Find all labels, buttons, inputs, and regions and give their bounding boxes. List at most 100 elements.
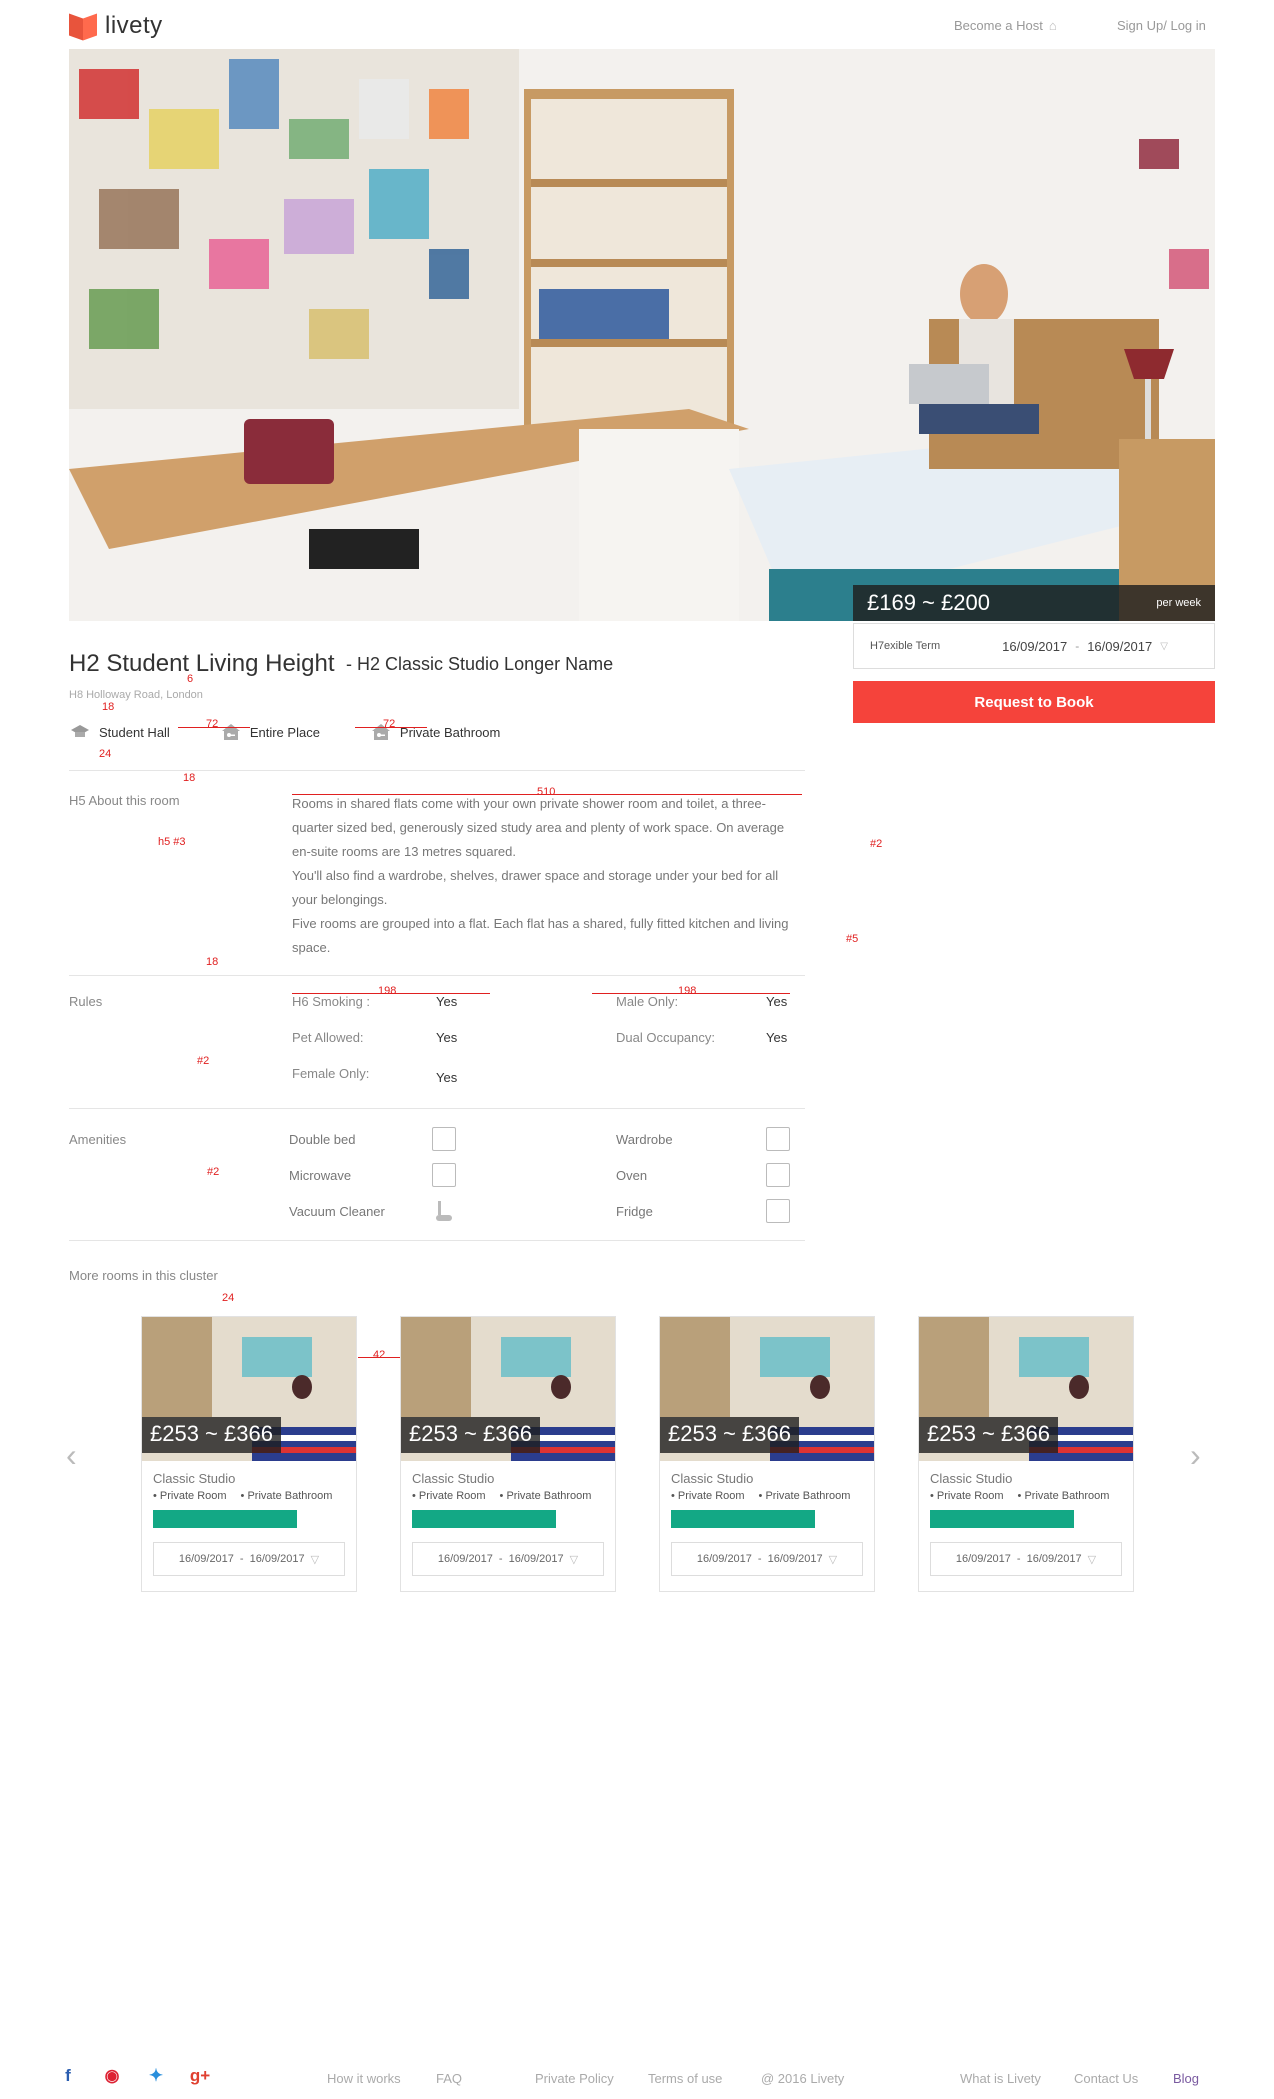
- rule-male-only-value: Yes: [766, 994, 788, 1009]
- feature-label: • Private Room: [412, 1490, 486, 1502]
- chevron-down-icon: ▽: [1087, 1553, 1097, 1566]
- rule-female-only-label: Female Only:: [292, 1066, 370, 1081]
- room-card-price: £253 ~ £366: [142, 1417, 281, 1453]
- oven-icon: [766, 1163, 790, 1187]
- room-card-features: • Private Room • Private Bathroom: [412, 1490, 615, 1502]
- listing-title: H2 Student Living Height: [69, 650, 335, 677]
- room-card-date-select[interactable]: 16/09/2017-16/09/2017 ▽: [671, 1542, 863, 1576]
- rule-male-only-label: Male Only:: [616, 994, 679, 1009]
- next-arrow-icon[interactable]: ›: [1190, 1437, 1201, 1474]
- annotation-h5: h5 #3: [158, 836, 186, 848]
- room-card-photo: £253 ~ £366: [401, 1317, 615, 1461]
- date-from: 16/09/2017: [955, 1553, 1011, 1565]
- annotation-510: 510: [537, 786, 556, 798]
- chevron-down-icon: ▽: [569, 1553, 579, 1566]
- about-text: Rooms in shared flats come with your own…: [292, 792, 802, 960]
- request-to-book-button[interactable]: Request to Book: [853, 681, 1215, 723]
- room-card-photo: £253 ~ £366: [142, 1317, 356, 1461]
- feature-label: • Private Bathroom: [1017, 1490, 1110, 1502]
- rule-pet-label: Pet Allowed:: [292, 1030, 364, 1045]
- room-card-photo: £253 ~ £366: [919, 1317, 1133, 1461]
- chevron-down-icon: ▽: [828, 1553, 838, 1566]
- annotation-2: #2: [207, 1166, 220, 1178]
- availability-bar: [412, 1510, 556, 1528]
- date-from: 16/09/2017: [696, 1553, 752, 1565]
- feature-label: • Private Room: [671, 1490, 745, 1502]
- footer-privacy-policy[interactable]: Private Policy: [535, 2071, 614, 2086]
- room-card-price: £253 ~ £366: [660, 1417, 799, 1453]
- annotation-18: 18: [183, 772, 196, 784]
- date-from: 16/09/2017: [1002, 638, 1068, 654]
- room-card[interactable]: £253 ~ £366 Classic Studio • Private Roo…: [141, 1316, 357, 1592]
- annotation-24: 24: [99, 748, 112, 760]
- feature-label: • Private Bathroom: [499, 1490, 592, 1502]
- footer-copyright: @ 2016 Livety: [761, 2071, 845, 2086]
- chevron-down-icon: ▽: [1160, 640, 1168, 652]
- footer-contact-us[interactable]: Contact Us: [1074, 2071, 1138, 2086]
- footer-blog[interactable]: Blog: [1173, 2071, 1199, 2086]
- footer-how-it-works[interactable]: How it works: [327, 2071, 401, 2086]
- price-unit: per week: [1156, 597, 1201, 609]
- prev-arrow-icon[interactable]: ‹: [66, 1437, 77, 1474]
- room-card[interactable]: £253 ~ £366 Classic Studio • Private Roo…: [400, 1316, 616, 1592]
- room-card-features: • Private Room • Private Bathroom: [671, 1490, 874, 1502]
- footer-faq[interactable]: FAQ: [436, 2071, 462, 2086]
- footer-terms[interactable]: Terms of use: [648, 2071, 722, 2086]
- listing-features: Student Hall Entire Place Private Bathro…: [69, 722, 500, 742]
- logo-text: livety: [105, 12, 163, 39]
- annotation-2: #2: [197, 1055, 210, 1067]
- annotation-198: 198: [378, 985, 397, 997]
- room-card-title: Classic Studio: [671, 1471, 754, 1486]
- feature-label: Entire Place: [249, 724, 320, 740]
- rule-pet-value: Yes: [436, 1030, 458, 1045]
- room-card[interactable]: £253 ~ £366 Classic Studio • Private Roo…: [659, 1316, 875, 1592]
- social-links: f ◉ ✦ g+: [58, 2066, 210, 2086]
- rules-heading: Rules: [69, 994, 103, 1009]
- google-plus-icon[interactable]: g+: [190, 2066, 210, 2086]
- annotation-72: 72: [206, 718, 219, 730]
- about-heading: H5 About this room: [69, 793, 180, 808]
- facebook-icon[interactable]: f: [58, 2066, 78, 2086]
- date-separator: -: [239, 1553, 244, 1565]
- annotation-24: 24: [222, 1292, 235, 1304]
- date-to: 16/09/2017: [1087, 638, 1153, 654]
- room-card[interactable]: £253 ~ £366 Classic Studio • Private Roo…: [918, 1316, 1134, 1592]
- annotation-72: 72: [383, 718, 396, 730]
- become-host-link[interactable]: Become a Host ⌂: [954, 18, 1057, 33]
- room-card-date-select[interactable]: 16/09/2017-16/09/2017 ▽: [153, 1542, 345, 1576]
- amenity-microwave: Microwave: [289, 1168, 352, 1183]
- room-card-photo: £253 ~ £366: [660, 1317, 874, 1461]
- weibo-icon[interactable]: ◉: [102, 2066, 122, 2086]
- feature-label: • Private Room: [153, 1490, 227, 1502]
- rule-dual-occupancy-value: Yes: [766, 1030, 788, 1045]
- term-date-select[interactable]: H7exible Term 16/09/2017 - 16/09/2017 ▽: [853, 623, 1215, 669]
- house-key-icon: [220, 722, 242, 742]
- date-to: 16/09/2017: [508, 1553, 564, 1565]
- home-icon: ⌂: [1048, 18, 1057, 33]
- date-separator: -: [498, 1553, 503, 1565]
- date-from: 16/09/2017: [178, 1553, 234, 1565]
- date-to: 16/09/2017: [767, 1553, 823, 1565]
- date-separator: -: [1075, 639, 1080, 653]
- room-card-date-select[interactable]: 16/09/2017-16/09/2017 ▽: [412, 1542, 604, 1576]
- rule-dual-occupancy-label: Dual Occupancy:: [616, 1030, 715, 1045]
- footer-what-is-livety[interactable]: What is Livety: [960, 2071, 1041, 2086]
- annotation-5: #5: [846, 933, 859, 945]
- about-paragraph: You'll also find a wardrobe, shelves, dr…: [292, 868, 779, 907]
- sign-up-login-link[interactable]: Sign Up/ Log in: [1117, 18, 1206, 33]
- twitter-icon[interactable]: ✦: [146, 2066, 166, 2086]
- amenity-double-bed: Double bed: [289, 1132, 356, 1147]
- logo-icon: [69, 12, 99, 41]
- become-host-label: Become a Host: [954, 18, 1043, 33]
- amenity-vacuum: Vacuum Cleaner: [289, 1204, 385, 1219]
- feature-label: • Private Bathroom: [758, 1490, 851, 1502]
- room-card-date-select[interactable]: 16/09/2017-16/09/2017 ▽: [930, 1542, 1122, 1576]
- room-photo: [69, 49, 1215, 621]
- cluster-heading: More rooms in this cluster: [69, 1268, 218, 1283]
- annotation-42: 42: [373, 1349, 386, 1361]
- livety-logo[interactable]: livety: [69, 12, 163, 41]
- price-range: £169 ~ £200: [867, 590, 990, 615]
- annotation-18: 18: [102, 701, 115, 713]
- room-card-price: £253 ~ £366: [919, 1417, 1058, 1453]
- availability-bar: [153, 1510, 297, 1528]
